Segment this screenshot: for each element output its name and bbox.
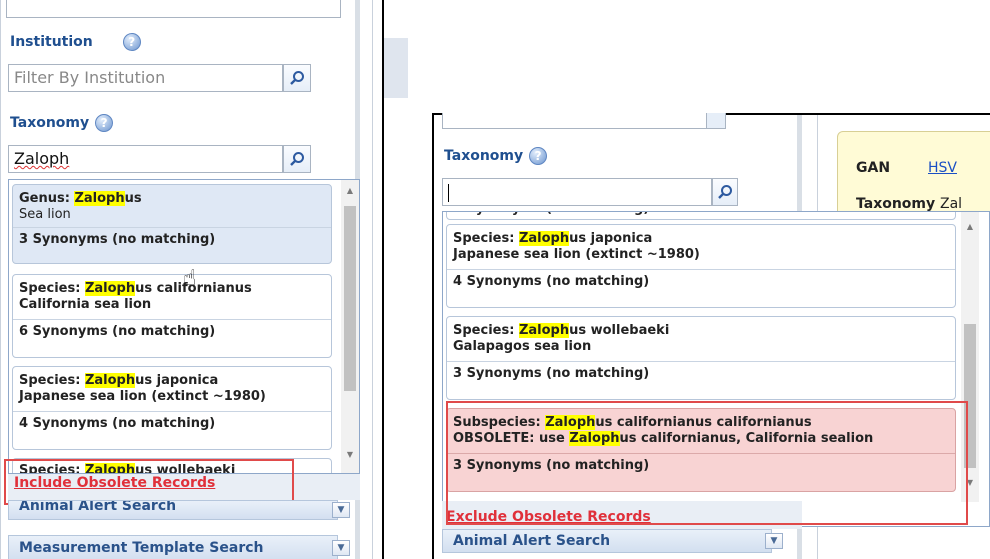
chevron-down-icon[interactable]: ▼ bbox=[332, 540, 350, 556]
detail-taxonomy-label: Taxonomy bbox=[856, 196, 936, 212]
accordion-measurement-template-search[interactable]: Measurement Template Search bbox=[8, 535, 338, 559]
taxonomy-label: Taxonomy bbox=[10, 115, 90, 131]
frame-left bbox=[432, 113, 434, 559]
result-item[interactable]: 3 Synonyms (no matching) bbox=[446, 212, 956, 220]
search-icon bbox=[290, 152, 304, 166]
taxonomy-label: Taxonomy bbox=[444, 148, 524, 164]
result-common-name: Japanese sea lion (extinct ~1980) bbox=[19, 389, 266, 404]
gan-label: GAN bbox=[856, 160, 891, 176]
taxonomy-input[interactable] bbox=[442, 178, 712, 206]
institution-row: Institution ? bbox=[10, 33, 141, 51]
result-synonyms: 6 Synonyms (no matching) bbox=[19, 324, 216, 339]
taxonomy-row: Taxonomy ? bbox=[444, 147, 548, 165]
accordion-animal-alert-search[interactable]: Animal Alert Search bbox=[8, 500, 338, 520]
taxonomy-search-button[interactable] bbox=[283, 145, 311, 173]
search-icon bbox=[290, 71, 304, 85]
chevron-down-icon[interactable]: ▼ bbox=[765, 533, 783, 549]
taxonomy-search-button[interactable] bbox=[712, 178, 738, 206]
scroll-up-arrow-icon[interactable]: ▲ bbox=[961, 218, 979, 234]
result-common-name: Japanese sea lion (extinct ~1980) bbox=[453, 247, 700, 262]
result-synonyms: 3 Synonyms (no matching) bbox=[453, 366, 650, 381]
dropdown-scrollbar[interactable]: ▲ ▼ bbox=[341, 180, 359, 473]
help-icon[interactable]: ? bbox=[95, 114, 114, 132]
cutoff-input[interactable] bbox=[442, 113, 707, 129]
taxonomy-typed-text: Zaloph bbox=[14, 149, 70, 168]
help-icon[interactable]: ? bbox=[529, 147, 548, 165]
taxonomy-input[interactable]: Zaloph bbox=[8, 145, 283, 173]
text-caret bbox=[448, 183, 449, 202]
result-synonyms: 3 Synonyms (no matching) bbox=[19, 232, 216, 247]
institution-filter-input[interactable]: Filter By Institution bbox=[8, 64, 283, 92]
scroll-down-arrow-icon[interactable]: ▼ bbox=[341, 446, 359, 462]
result-item[interactable]: Species: Zalophus wollebaeki Galapagos s… bbox=[446, 316, 956, 400]
result-item[interactable]: Species: Zalophus japonica Japanese sea … bbox=[12, 366, 332, 450]
cutoff-input[interactable] bbox=[6, 0, 341, 18]
chevron-down-icon[interactable]: ▼ bbox=[332, 502, 350, 518]
left-screenshot-panel: Institution ? Filter By Institution Taxo… bbox=[0, 0, 382, 559]
result-synonyms: 3 Synonyms (no matching) bbox=[447, 212, 955, 219]
frame-edge bbox=[0, 0, 1, 559]
include-obsolete-records-link[interactable]: Include Obsolete Records bbox=[14, 475, 215, 491]
help-icon[interactable]: ? bbox=[122, 33, 141, 51]
institution-search-button[interactable] bbox=[283, 64, 311, 92]
result-synonyms: 4 Synonyms (no matching) bbox=[453, 274, 650, 289]
result-synonyms: 4 Synonyms (no matching) bbox=[19, 416, 216, 431]
result-common-name: California sea lion bbox=[19, 297, 152, 312]
highlight-box bbox=[446, 401, 968, 525]
taxonomy-results-dropdown: Genus: Zalophus Sea lion 3 Synonyms (no … bbox=[8, 179, 360, 474]
result-common-name: Galapagos sea lion bbox=[453, 339, 592, 354]
scroll-up-arrow-icon[interactable]: ▲ bbox=[341, 182, 359, 198]
institution-label: Institution bbox=[10, 34, 93, 50]
result-item[interactable]: Species: Zalophus japonica Japanese sea … bbox=[446, 224, 956, 308]
taxonomy-row: Taxonomy ? bbox=[10, 114, 114, 132]
accordion-animal-alert-search[interactable]: Animal Alert Search bbox=[442, 529, 772, 553]
record-detail-card: GAN HSV Taxonomy Zal bbox=[837, 131, 990, 221]
search-icon bbox=[718, 185, 732, 199]
cutoff-button[interactable] bbox=[706, 113, 726, 129]
result-common-name: Sea lion bbox=[19, 207, 71, 222]
detail-taxonomy-value: Zal bbox=[940, 196, 963, 212]
hand-cursor-icon: ☝ bbox=[183, 266, 197, 291]
result-item[interactable]: Species: Zalophus californianus Californ… bbox=[12, 274, 332, 358]
gan-link[interactable]: HSV bbox=[928, 160, 957, 176]
frame-sidebar-strip bbox=[384, 38, 408, 98]
panel-divider-line bbox=[372, 0, 373, 559]
right-screenshot-panel: GAN HSV Taxonomy Zal Taxonomy ? 3 Synony… bbox=[432, 113, 990, 559]
result-item[interactable]: Genus: Zalophus Sea lion 3 Synonyms (no … bbox=[12, 184, 332, 264]
scrollbar-thumb[interactable] bbox=[344, 206, 356, 391]
